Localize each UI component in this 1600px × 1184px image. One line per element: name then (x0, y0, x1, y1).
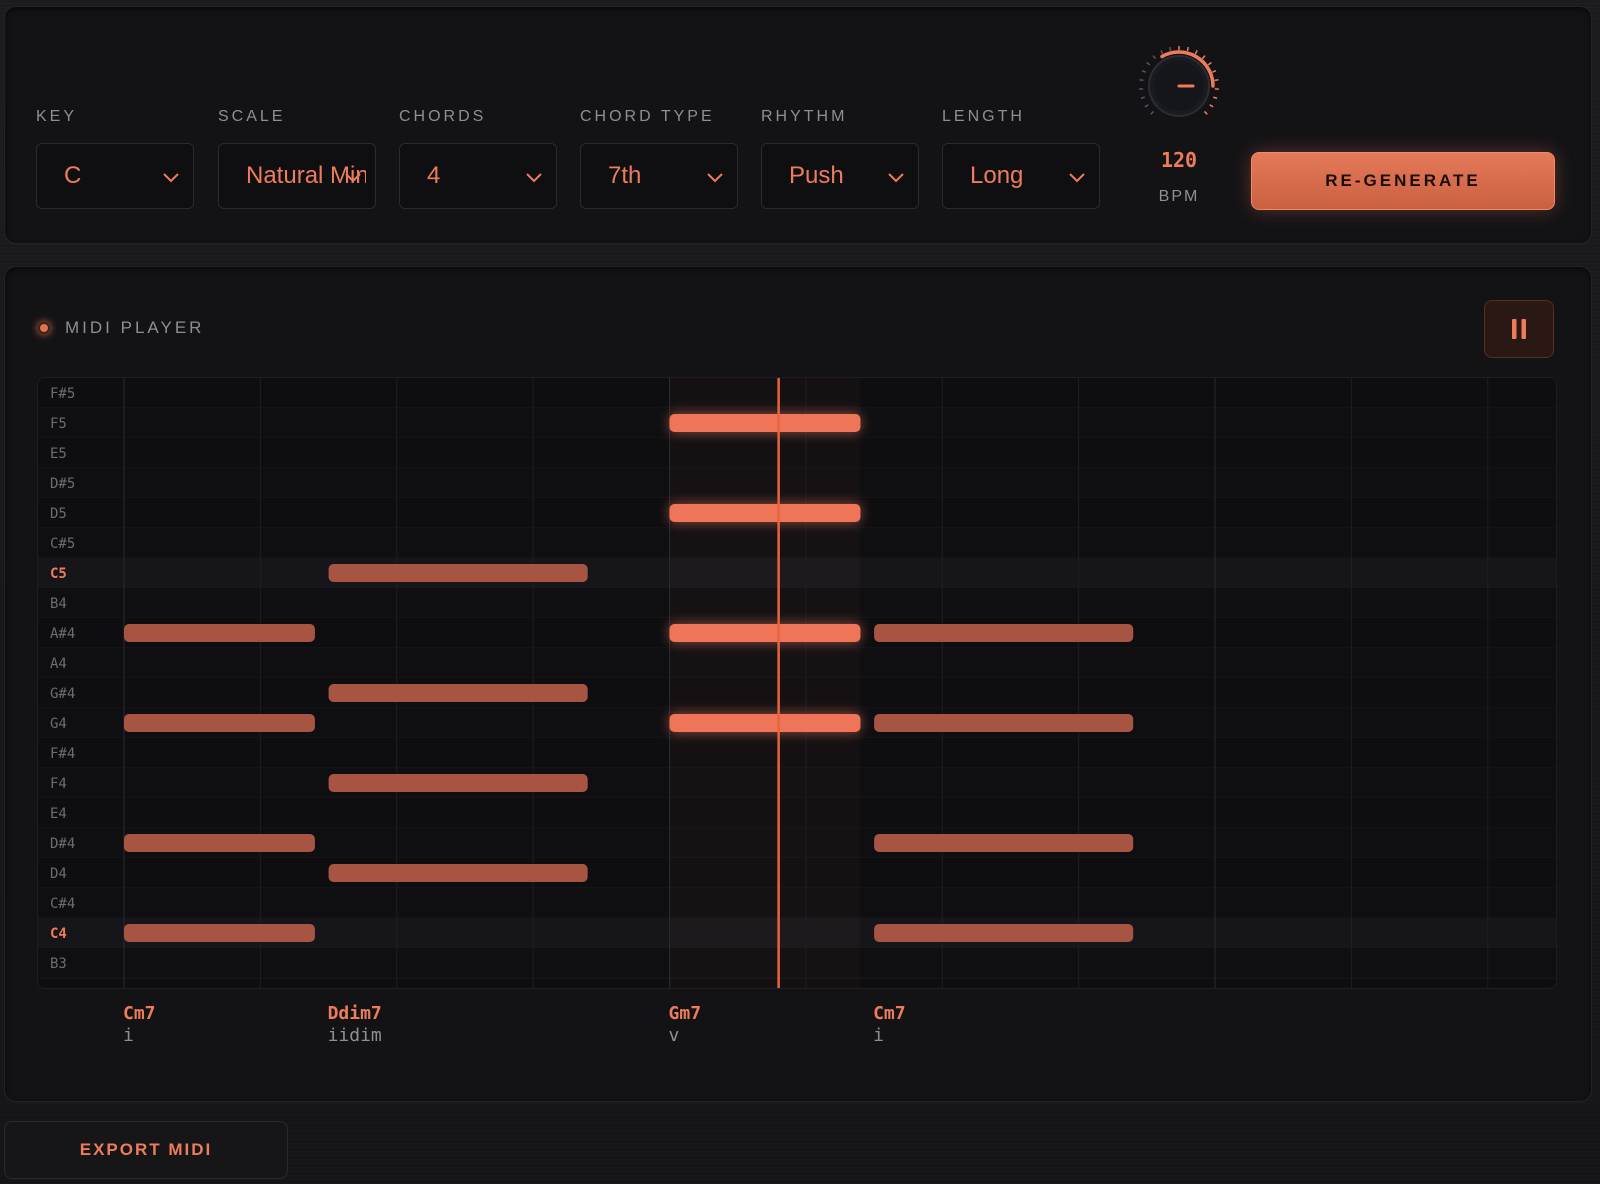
knob-tick (1150, 110, 1155, 115)
pitch-label: D#5 (50, 476, 75, 492)
key-select[interactable]: C (36, 143, 194, 209)
pitch-label: E5 (50, 446, 67, 462)
pitch-label: D5 (50, 506, 67, 522)
knob-tick (1140, 96, 1145, 100)
pause-button[interactable] (1484, 300, 1554, 358)
chevron-down-icon (345, 173, 361, 183)
chord-type-label: CHORD TYPE (580, 108, 715, 125)
knob-tick (1213, 96, 1218, 100)
pitch-label: F#5 (50, 386, 75, 402)
key-label: KEY (36, 108, 78, 125)
chevron-down-icon (1069, 173, 1085, 183)
chevron-down-icon (163, 173, 179, 183)
length-select[interactable]: Long (942, 143, 1100, 209)
pitch-label: C#4 (50, 896, 75, 912)
chord-roman-numeral: v (668, 1025, 680, 1046)
pitch-label: F#4 (50, 746, 75, 762)
scale-label: SCALE (218, 108, 286, 125)
knob-tick (1144, 104, 1149, 108)
length-value: Long (970, 162, 1024, 189)
pitch-label: G4 (50, 716, 67, 732)
knob-tick (1209, 104, 1214, 108)
midi-note (328, 774, 588, 792)
rhythm-select[interactable]: Push (761, 143, 919, 209)
tempo-label: BPM (1158, 188, 1200, 205)
midi-note (874, 924, 1134, 942)
pitch-label: C#5 (50, 536, 75, 552)
pitch-label: F4 (50, 776, 67, 792)
pitch-label: A4 (50, 656, 67, 672)
pitch-label: A#4 (50, 626, 75, 642)
length-label: LENGTH (942, 108, 1025, 125)
rhythm-value: Push (789, 162, 844, 189)
chord-name: Cm7 (873, 1003, 906, 1024)
export-midi-button[interactable]: EXPORT MIDI (4, 1121, 288, 1179)
playing-status-dot (38, 322, 50, 334)
knob-tick (1186, 46, 1190, 52)
pitch-label: B3 (50, 956, 67, 972)
chevron-down-icon (526, 173, 542, 183)
knob-tick (1214, 79, 1219, 82)
pitch-label: D#4 (50, 836, 75, 852)
knob-tick (1211, 69, 1217, 73)
midi-note (874, 624, 1134, 642)
knob-tick (1141, 69, 1147, 73)
active-chord-highlight (670, 378, 861, 988)
pitch-label: D4 (50, 866, 67, 882)
chord-name: Cm7 (123, 1003, 156, 1024)
chords-value: 4 (427, 162, 441, 189)
midi-note (124, 714, 315, 732)
midi-note (124, 834, 315, 852)
chord-type-value: 7th (608, 162, 642, 189)
midi-note (124, 624, 315, 642)
piano-roll-canvas: F#5 F5 E5 D#5 D5 C#5 C5 B4 A#4 A4 G#4 G4 F#4 F4 E4 D#4 D… (38, 378, 1556, 988)
midi-note (874, 714, 1134, 732)
chords-select[interactable]: 4 (399, 143, 557, 209)
piano-roll[interactable]: F#5 F5 E5 D#5 D5 C#5 C5 B4 A#4 A4 G#4 G4 F#4 F4 E4 D#4 D… (37, 377, 1557, 989)
chord-name: Gm7 (668, 1003, 702, 1024)
chord-roman-numeral: i (873, 1025, 884, 1046)
key-value: C (64, 162, 82, 189)
chord-roman-numeral: i (123, 1025, 134, 1046)
pitch-label: C5 (50, 566, 67, 582)
midi-note (669, 504, 861, 522)
knob-tick (1203, 110, 1208, 115)
pause-icon (1512, 319, 1526, 339)
midi-note (669, 624, 861, 642)
chord-type-select[interactable]: 7th (580, 143, 738, 209)
midi-note (874, 834, 1134, 852)
pitch-label: G#4 (50, 686, 75, 702)
tempo-knob[interactable] (1135, 38, 1223, 134)
pitch-label: F5 (50, 416, 67, 432)
midi-note (328, 864, 588, 882)
regenerate-button[interactable]: RE-GENERATE (1251, 152, 1555, 210)
knob-tick (1201, 55, 1206, 60)
pitch-label: E4 (50, 806, 67, 822)
midi-note (328, 564, 588, 582)
midi-note (669, 714, 861, 732)
chord-name: Ddim7 (327, 1003, 382, 1024)
scale-select[interactable]: Natural Minor (218, 143, 376, 209)
chords-label: CHORDS (399, 108, 487, 125)
chord-roman-numeral: iidim (327, 1025, 382, 1046)
knob-tick (1146, 61, 1151, 66)
rhythm-label: RHYTHM (761, 108, 848, 125)
knob-tick (1207, 61, 1212, 66)
midi-note (669, 414, 861, 432)
pitch-label: C4 (50, 926, 67, 942)
pitch-label: B4 (50, 596, 67, 612)
chevron-down-icon (707, 173, 723, 183)
knob-tick (1139, 79, 1144, 82)
tempo-value: 120 (1160, 148, 1198, 172)
knob-tick (1152, 55, 1157, 60)
midi-player-title: MIDI PLAYER (65, 318, 205, 337)
knob-tick (1160, 50, 1164, 55)
knob-tick (1168, 46, 1172, 52)
midi-note (124, 924, 315, 942)
knob-tick (1194, 50, 1198, 55)
chevron-down-icon (888, 173, 904, 183)
midi-note (328, 684, 588, 702)
